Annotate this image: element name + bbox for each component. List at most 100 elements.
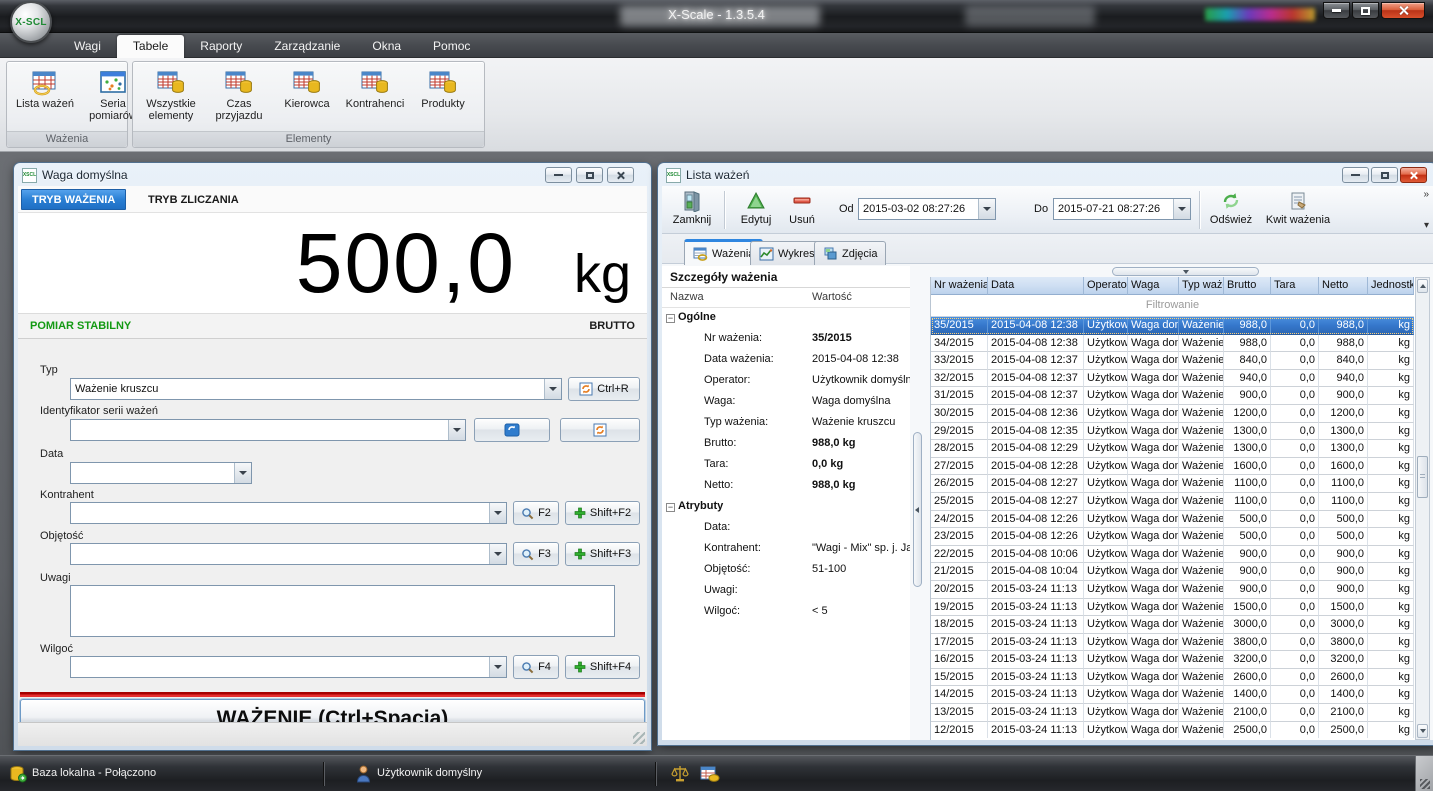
details-splitter-handle[interactable] <box>913 432 922 587</box>
table-row[interactable]: 12/20152015-03-24 11:13Użytkownik domyśl… <box>931 722 1414 738</box>
maximize-button[interactable] <box>1352 2 1379 19</box>
od-date-picker[interactable]: 2015-03-02 08:27:26 <box>858 198 996 220</box>
wilgoc-add-button[interactable]: Shift+F4 <box>565 655 640 679</box>
typ-refresh-button[interactable]: Ctrl+R <box>568 377 640 401</box>
usun-button[interactable]: Usuń <box>780 188 824 232</box>
table-row[interactable]: 16/20152015-03-24 11:13Użytkownik domyśl… <box>931 651 1414 669</box>
table-row[interactable]: 31/20152015-04-08 12:37Użytkownik domyśl… <box>931 387 1414 405</box>
window-resize-grip[interactable] <box>1415 756 1433 791</box>
dropdown-arrow-icon[interactable] <box>489 503 506 523</box>
ribbon-button-lista-ważeń[interactable]: Lista ważeń <box>13 67 77 131</box>
uwagi-textarea[interactable] <box>70 585 615 637</box>
details-item[interactable]: Netto:988,0 kg <box>662 476 910 497</box>
table-row[interactable]: 14/20152015-03-24 11:13Użytkownik domyśl… <box>931 686 1414 704</box>
table-row[interactable]: 32/20152015-04-08 12:37Użytkownik domyśl… <box>931 370 1414 388</box>
ribbon-button-wszystkie-elementy[interactable]: Wszystkie elementy <box>139 67 203 131</box>
collapse-minus-icon[interactable]: − <box>666 503 675 512</box>
table-row[interactable]: 35/20152015-04-08 12:38Użytkownik domyśl… <box>931 317 1414 335</box>
details-item[interactable]: Operator:Użytkownik domyślny <box>662 371 910 392</box>
list-close-button[interactable] <box>1400 167 1427 183</box>
grid-column-header-0[interactable]: Nr ważenia <box>931 277 988 295</box>
tab-tryb-zliczania[interactable]: TRYB ZLICZANIA <box>138 189 249 210</box>
details-item[interactable]: Waga:Waga domyślna <box>662 392 910 413</box>
table-row[interactable]: 13/20152015-03-24 11:13Użytkownik domyśl… <box>931 704 1414 722</box>
wilgoc-combobox[interactable] <box>70 656 507 678</box>
table-row[interactable]: 15/20152015-03-24 11:13Użytkownik domyśl… <box>931 669 1414 687</box>
scale-close-button[interactable] <box>607 167 634 183</box>
dropdown-arrow-icon[interactable] <box>489 544 506 564</box>
menu-tab-zarządzanie[interactable]: Zarządzanie <box>258 35 356 58</box>
wilgoc-find-button[interactable]: F4 <box>513 655 559 679</box>
table-row[interactable]: 25/20152015-04-08 12:27Użytkownik domyśl… <box>931 493 1414 511</box>
table-row[interactable]: 30/20152015-04-08 12:36Użytkownik domyśl… <box>931 405 1414 423</box>
zamknij-button[interactable]: Zamknij <box>666 188 718 232</box>
details-item[interactable]: Data: <box>662 518 910 539</box>
menu-tab-raporty[interactable]: Raporty <box>184 35 258 58</box>
balance-scale-icon[interactable] <box>670 764 690 784</box>
details-item[interactable]: Tara:0,0 kg <box>662 455 910 476</box>
details-group-ogólne[interactable]: −Ogólne <box>662 308 910 329</box>
details-item[interactable]: Kontrahent:"Wagi - Mix" sp. j. Ja… <box>662 539 910 560</box>
app-logo[interactable]: X-SCL <box>10 1 52 43</box>
table-row[interactable]: 24/20152015-04-08 12:26Użytkownik domyśl… <box>931 511 1414 529</box>
grid-column-header-3[interactable]: Waga <box>1128 277 1179 295</box>
menu-tab-okna[interactable]: Okna <box>356 35 417 58</box>
grid-column-header-8[interactable]: Jednostka <box>1368 277 1414 295</box>
grid-filter-row[interactable]: Filtrowanie <box>931 295 1414 317</box>
resize-grip[interactable] <box>633 732 645 744</box>
menu-tab-pomoc[interactable]: Pomoc <box>417 35 486 58</box>
filter-collapse-handle[interactable] <box>1112 267 1259 276</box>
seria-combobox[interactable] <box>70 419 466 441</box>
kontrahent-find-button[interactable]: F2 <box>513 501 559 525</box>
objetosc-find-button[interactable]: F3 <box>513 542 559 566</box>
ribbon-button-kontrahenci[interactable]: Kontrahenci <box>343 67 407 131</box>
list-minimize-button[interactable] <box>1342 167 1369 183</box>
scroll-down-button[interactable] <box>1417 724 1428 738</box>
table-row[interactable]: 17/20152015-03-24 11:13Użytkownik domyśl… <box>931 634 1414 652</box>
data-combobox[interactable] <box>70 462 252 484</box>
dropdown-arrow-icon[interactable] <box>448 420 465 440</box>
objetosc-combobox[interactable] <box>70 543 507 565</box>
table-row[interactable]: 26/20152015-04-08 12:27Użytkownik domyśl… <box>931 475 1414 493</box>
seria-reload-button[interactable] <box>474 418 550 442</box>
ribbon-button-kierowca[interactable]: Kierowca <box>275 67 339 131</box>
table-row[interactable]: 22/20152015-04-08 10:06Użytkownik domyśl… <box>931 546 1414 564</box>
kwit-wazenia-button[interactable]: Kwit ważenia <box>1262 188 1334 232</box>
table-row[interactable]: 19/20152015-03-24 11:13Użytkownik domyśl… <box>931 599 1414 617</box>
dropdown-arrow-icon[interactable] <box>978 199 995 219</box>
odswiez-button[interactable]: Odśwież <box>1205 188 1257 232</box>
objetosc-add-button[interactable]: Shift+F3 <box>565 542 640 566</box>
dropdown-arrow-icon[interactable] <box>544 379 561 399</box>
toolbar-options-arrow-icon[interactable]: ▾ <box>1424 220 1429 231</box>
kontrahent-combobox[interactable] <box>70 502 507 524</box>
details-item[interactable]: Typ ważenia:Ważenie kruszcu <box>662 413 910 434</box>
list-maximize-button[interactable] <box>1371 167 1398 183</box>
table-row[interactable]: 20/20152015-03-24 11:13Użytkownik domyśl… <box>931 581 1414 599</box>
grid-column-header-7[interactable]: Netto <box>1319 277 1368 295</box>
tab-tryb-wazenia[interactable]: TRYB WAŻENIA <box>21 189 126 210</box>
menu-tab-wagi[interactable]: Wagi <box>58 35 117 58</box>
scale-minimize-button[interactable] <box>545 167 572 183</box>
toolbar-overflow-chevron-icon[interactable]: » <box>1423 189 1429 200</box>
do-date-picker[interactable]: 2015-07-21 08:27:26 <box>1053 198 1191 220</box>
table-row[interactable]: 34/20152015-04-08 12:38Użytkownik domyśl… <box>931 335 1414 353</box>
table-row[interactable]: 27/20152015-04-08 12:28Użytkownik domyśl… <box>931 458 1414 476</box>
tab-wykres[interactable]: Wykres <box>750 241 824 265</box>
edytuj-button[interactable]: Edytuj <box>730 188 782 232</box>
table-row[interactable]: 33/20152015-04-08 12:37Użytkownik domyśl… <box>931 352 1414 370</box>
collapse-minus-icon[interactable]: − <box>666 314 675 323</box>
grid-vertical-scrollbar[interactable] <box>1415 277 1430 740</box>
dropdown-arrow-icon[interactable] <box>489 657 506 677</box>
kontrahent-add-button[interactable]: Shift+F2 <box>565 501 640 525</box>
details-item[interactable]: Objętość:51-100 <box>662 560 910 581</box>
table-row[interactable]: 23/20152015-04-08 12:26Użytkownik domyśl… <box>931 528 1414 546</box>
dropdown-arrow-icon[interactable] <box>234 463 251 483</box>
details-group-atrybuty[interactable]: −Atrybuty <box>662 497 910 518</box>
grid-column-header-4[interactable]: Typ ważenia <box>1179 277 1224 295</box>
typ-combobox[interactable]: Ważenie kruszcu <box>70 378 562 400</box>
scroll-thumb[interactable] <box>1417 456 1428 498</box>
table-row[interactable]: 28/20152015-04-08 12:29Użytkownik domyśl… <box>931 440 1414 458</box>
details-item[interactable]: Data ważenia:2015-04-08 12:38 <box>662 350 910 371</box>
list-window-titlebar[interactable]: XSCL Lista ważeń <box>658 163 1433 187</box>
minimize-button[interactable] <box>1323 2 1350 19</box>
